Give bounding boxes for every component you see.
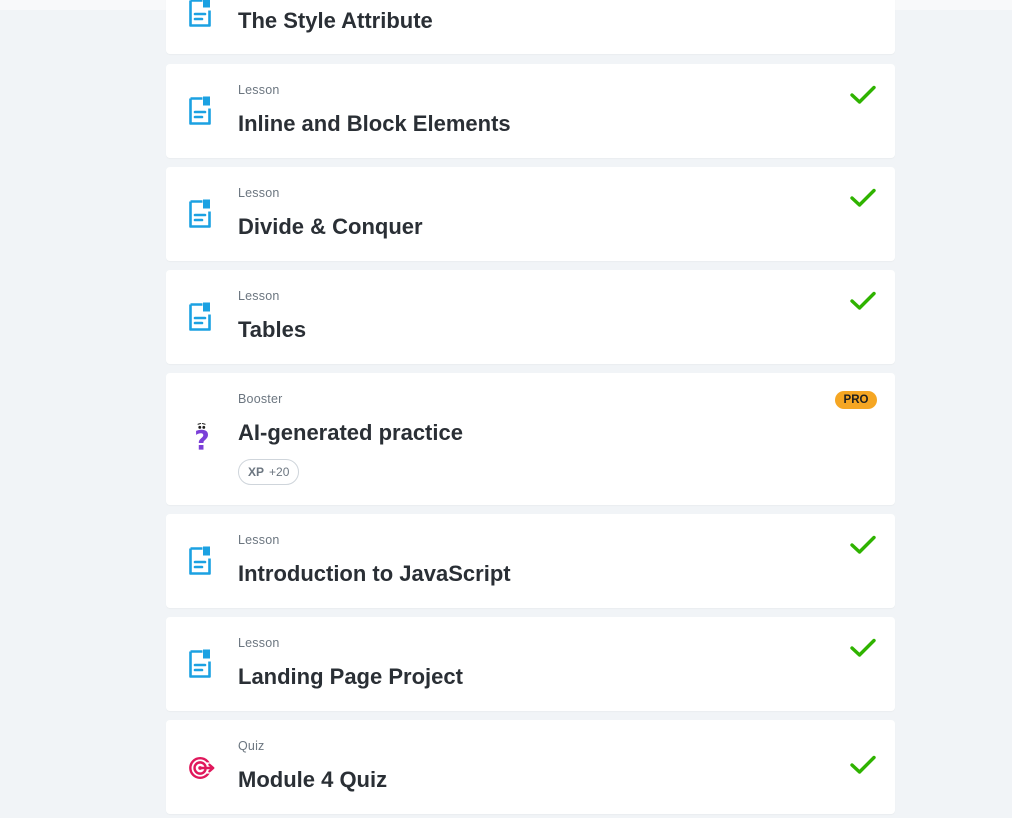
- item-type-label: Lesson: [238, 83, 280, 97]
- lesson-card[interactable]: Lesson Tables: [166, 270, 895, 364]
- lesson-card[interactable]: Lesson Landing Page Project: [166, 617, 895, 711]
- lesson-title: Tables: [238, 317, 307, 342]
- pro-badge: PRO: [835, 391, 877, 409]
- lesson-document-icon: [189, 302, 211, 331]
- item-type-label: Lesson: [238, 186, 280, 200]
- lesson-card[interactable]: Lesson Inline and Block Elements: [166, 64, 895, 158]
- lesson-card[interactable]: The Style Attribute: [166, 0, 895, 54]
- completed-check-icon: [850, 291, 876, 310]
- completed-check-icon: [850, 188, 876, 207]
- item-type-label: Quiz: [238, 739, 265, 753]
- completed-check-icon: [850, 755, 876, 774]
- booster-title: AI-generated practice: [238, 420, 463, 445]
- xp-reward-pill: XP +20: [238, 459, 300, 485]
- lesson-title: Introduction to JavaScript: [238, 561, 511, 586]
- item-type-label: Booster: [238, 392, 283, 406]
- lesson-card[interactable]: Lesson Divide & Conquer: [166, 167, 895, 261]
- booster-card[interactable]: ? Booster AI-generated practice PRO XP +…: [166, 373, 895, 505]
- xp-value: +20: [269, 465, 290, 479]
- item-type-label: Lesson: [238, 636, 280, 650]
- target-icon: [189, 756, 216, 780]
- quiz-card[interactable]: Quiz Module 4 Quiz: [166, 720, 895, 814]
- lesson-title: Landing Page Project: [238, 664, 463, 689]
- lesson-document-icon: [189, 546, 211, 575]
- completed-check-icon: [850, 638, 876, 657]
- lesson-document-icon: [189, 649, 211, 678]
- quiz-title: Module 4 Quiz: [238, 767, 388, 792]
- lesson-document-icon: [189, 96, 211, 125]
- question-mark-icon: ?: [194, 423, 210, 454]
- lesson-title: The Style Attribute: [238, 8, 433, 33]
- lesson-card[interactable]: Lesson Introduction to JavaScript: [166, 514, 895, 608]
- lesson-document-icon: [189, 0, 211, 27]
- svg-text:?: ?: [194, 426, 209, 454]
- item-type-label: Lesson: [238, 533, 280, 547]
- completed-check-icon: [850, 535, 876, 554]
- xp-label: XP: [248, 465, 265, 479]
- item-type-label: Lesson: [238, 289, 280, 303]
- lesson-title: Divide & Conquer: [238, 214, 423, 239]
- lesson-document-icon: [189, 199, 211, 228]
- lesson-title: Inline and Block Elements: [238, 111, 511, 136]
- completed-check-icon: [850, 85, 876, 104]
